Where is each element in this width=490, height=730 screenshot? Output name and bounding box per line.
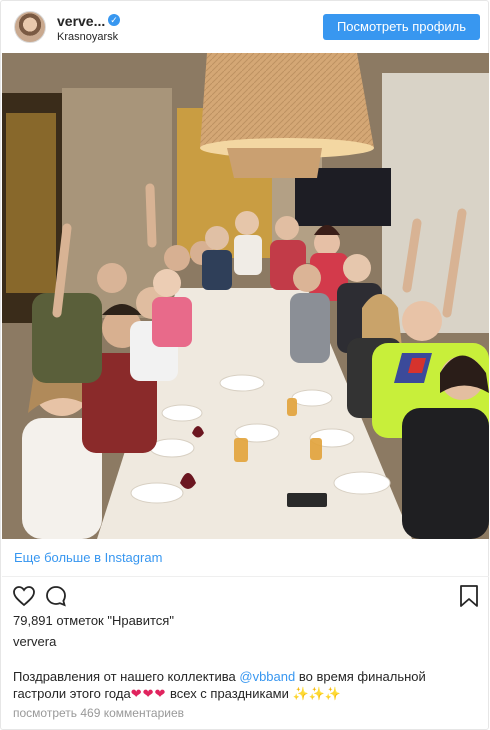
instagram-embed-card: verve... ✓ Krasnoyarsk Посмотреть профил… [0,0,489,730]
bookmark-icon[interactable] [459,584,479,608]
more-on-instagram-link[interactable]: Еще больше в Instagram [14,550,162,565]
view-comments-link[interactable]: посмотреть 469 комментариев [13,706,184,720]
view-profile-button[interactable]: Посмотреть профиль [323,14,480,40]
caption-text: Поздравления от нашего коллектива [13,669,240,684]
heart-outline-icon[interactable] [12,584,36,608]
post-photo[interactable] [2,53,489,539]
post-header: verve... ✓ Krasnoyarsk Посмотреть профил… [1,1,488,53]
photo-illustration [2,53,489,539]
sparkles-emoji: ✨✨✨ [292,686,342,701]
caption-greeting: всех с праздниками [166,686,293,701]
avatar[interactable] [14,11,46,43]
hearts-emoji: ❤❤❤ [130,686,167,701]
owner-username[interactable]: ververa [13,634,56,649]
comment-bubble-icon[interactable] [44,584,68,608]
verified-badge-icon: ✓ [108,14,120,26]
mention-link[interactable]: @vbband [239,669,295,684]
location-label[interactable]: Krasnoyarsk [57,31,118,43]
divider [2,576,489,577]
likes-count[interactable]: 79,891 отметок "Нравится" [13,613,174,628]
username-link[interactable]: verve... [57,13,105,29]
post-caption: Поздравления от нашего коллектива @vbban… [13,668,453,702]
action-bar [1,584,488,610]
